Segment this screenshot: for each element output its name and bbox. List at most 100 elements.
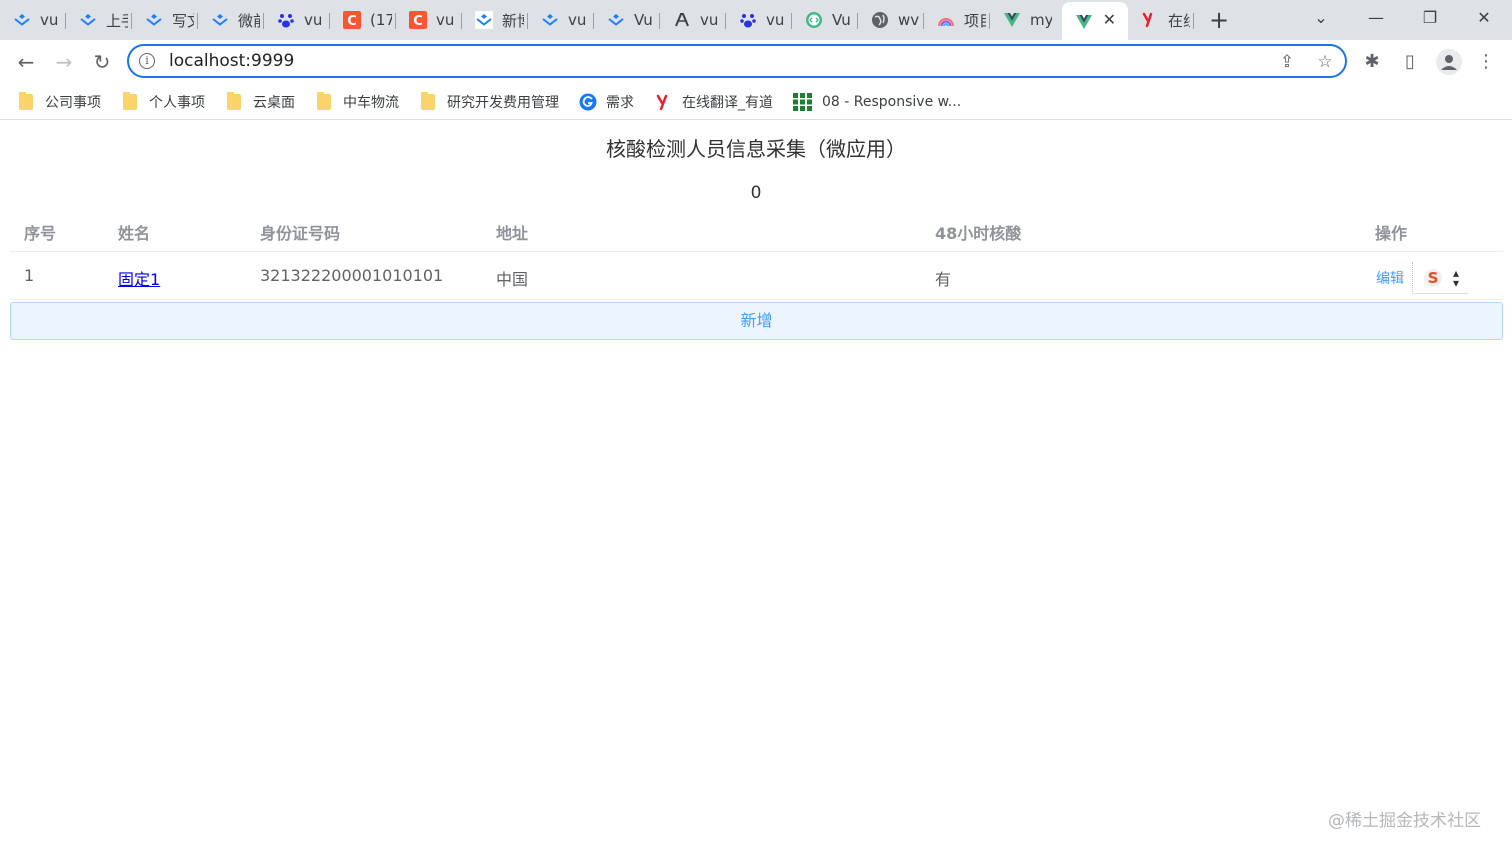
bookmark-item[interactable]: 需求: [579, 91, 634, 113]
cell-address: 中国: [496, 270, 529, 289]
browser-tab[interactable]: Vu: [792, 4, 858, 36]
column-header-nucleic-48h: 48小时核酸: [935, 224, 1022, 243]
people-table: 序号 姓名 身份证号码 地址 48小时核酸 操作 1 固定1 321322200…: [10, 208, 1503, 300]
bookmark-label: 研究开发费用管理: [447, 95, 559, 111]
folder-icon: [227, 92, 241, 110]
tab-title: my: [1030, 11, 1052, 29]
more-menu-icon[interactable]: ⋮: [1474, 50, 1498, 74]
baidu-icon: [740, 14, 756, 28]
tab-title: vu: [436, 11, 455, 29]
browser-tab[interactable]: vu: [264, 4, 330, 36]
browser-tab[interactable]: 写文: [132, 4, 198, 36]
tab-title: (17: [370, 11, 392, 29]
youdao-icon: [656, 94, 668, 111]
bookmark-item[interactable]: 个人事项: [123, 91, 205, 113]
juejin-icon: [146, 14, 162, 26]
bookmark-item[interactable]: 中车物流: [317, 91, 399, 113]
browser-tab[interactable]: Vu: [594, 4, 660, 36]
browser-toolbar: ← → ↻ i localhost:9999 ⇪ ☆ ✱ ▯ ⋮: [0, 40, 1512, 84]
dropdown-caret-icon[interactable]: ▴ ▾: [1453, 267, 1459, 289]
juejin-icon: [14, 14, 30, 26]
vue-icon: [1004, 13, 1020, 27]
svg-text:C: C: [413, 14, 423, 29]
browser-tab[interactable]: 微前: [198, 4, 264, 36]
svg-text:S: S: [1428, 269, 1439, 287]
close-tab-icon[interactable]: ✕: [1103, 12, 1116, 28]
cell-id-number: 321322200001010101: [260, 266, 444, 285]
page-title: 核酸检测人员信息采集（微应用）: [606, 137, 906, 161]
cell-name-link[interactable]: 固定1: [118, 266, 160, 290]
folder-icon: [421, 92, 435, 110]
add-record-button[interactable]: 新增: [10, 302, 1503, 340]
browser-tab[interactable]: vu: [528, 4, 594, 36]
bookmark-star-icon[interactable]: ☆: [1315, 52, 1335, 72]
tab-title: vu: [700, 11, 719, 29]
browser-tab[interactable]: my: [990, 4, 1056, 36]
bookmark-label: 08 - Responsive w...: [822, 94, 962, 110]
table-row: 1 固定1 321322200001010101 中国 有 编辑 S ▴ ▾: [10, 252, 1503, 300]
profile-avatar-icon[interactable]: [1436, 49, 1462, 75]
bookmark-item[interactable]: 研究开发费用管理: [421, 91, 559, 113]
tab-title: 项目: [964, 11, 986, 30]
folder-icon: [19, 92, 33, 110]
browser-tab[interactable]: vu: [726, 4, 792, 36]
tab-title: 上手: [106, 11, 128, 30]
csdn-icon: C: [409, 11, 427, 29]
bookmark-item[interactable]: 公司事项: [19, 91, 101, 113]
edit-button[interactable]: 编辑: [1376, 268, 1404, 288]
browser-tab[interactable]: vu: [660, 4, 726, 36]
bookmark-item[interactable]: 云桌面: [227, 91, 295, 113]
tab-strip: vu 上手 写文 微前 vu C (17 C vu 新博 vu Vu vu: [0, 0, 1512, 40]
tab-search-chevron-icon[interactable]: ⌄: [1306, 6, 1336, 30]
extensions-puzzle-icon[interactable]: ✱: [1360, 50, 1384, 74]
app-page: 核酸检测人员信息采集（微应用） 0 序号 姓名 身份证号码 地址 48小时核酸 …: [0, 121, 1512, 851]
tab-title: Vu: [634, 11, 653, 29]
browser-tab[interactable]: vu: [0, 4, 66, 36]
minimize-icon[interactable]: —: [1361, 6, 1391, 30]
watermark: @稀土掘金技术社区: [1328, 811, 1481, 831]
tab-title: vu: [568, 11, 587, 29]
bookmark-label: 需求: [606, 95, 634, 111]
browser-tab[interactable]: 上手: [66, 4, 132, 36]
folder-icon: [123, 92, 137, 110]
column-header-index: 序号: [24, 224, 57, 243]
tab-title: 新博: [502, 11, 524, 30]
browser-tab[interactable]: C (17: [330, 4, 396, 36]
juejin-icon: [212, 14, 228, 26]
cell-index: 1: [24, 266, 35, 285]
bookmark-label: 个人事项: [149, 95, 205, 111]
vue-icon: [1076, 15, 1092, 29]
bookmarks-bar: 公司事项 个人事项 云桌面 中车物流 研究开发费用管理 需求 在线翻译_有道 0…: [0, 84, 1512, 120]
bookmark-item[interactable]: 在线翻译_有道: [656, 91, 773, 113]
juejin-icon: [80, 14, 96, 26]
address-bar[interactable]: i localhost:9999 ⇪ ☆: [127, 44, 1347, 78]
bookmark-label: 公司事项: [45, 95, 101, 111]
browser-tab[interactable]: 项目: [924, 4, 990, 36]
browser-tab[interactable]: C vu: [396, 4, 462, 36]
compass-icon: [675, 13, 689, 27]
swirl-icon: [579, 93, 597, 111]
site-info-icon[interactable]: i: [139, 53, 155, 69]
column-header-address: 地址: [496, 224, 529, 243]
juejin-icon: [475, 11, 493, 29]
table-header: 序号 姓名 身份证号码 地址 48小时核酸 操作: [10, 208, 1503, 252]
browser-tab[interactable]: 在线: [1128, 4, 1194, 36]
new-tab-button[interactable]: +: [1206, 8, 1232, 34]
baidu-icon: [278, 14, 294, 28]
window-close-icon[interactable]: ✕: [1469, 6, 1499, 30]
restore-icon[interactable]: ❐: [1415, 6, 1445, 30]
column-header-name: 姓名: [118, 224, 151, 243]
input-method-widget[interactable]: S ▴ ▾: [1412, 262, 1468, 294]
forward-arrow-icon[interactable]: →: [52, 50, 76, 74]
folder-icon: [317, 92, 331, 110]
browser-tab[interactable]: wv: [858, 4, 924, 36]
tab-title: 在线: [1168, 11, 1190, 30]
back-arrow-icon[interactable]: ←: [14, 50, 38, 74]
side-panel-icon[interactable]: ▯: [1398, 50, 1422, 74]
browser-tab[interactable]: 新博: [462, 4, 528, 36]
bookmark-item[interactable]: 08 - Responsive w...: [793, 91, 961, 113]
browser-tab-active[interactable]: ✕: [1062, 2, 1128, 40]
tab-title: Vu: [832, 11, 851, 29]
share-icon[interactable]: ⇪: [1277, 52, 1297, 72]
reload-icon[interactable]: ↻: [90, 50, 114, 74]
